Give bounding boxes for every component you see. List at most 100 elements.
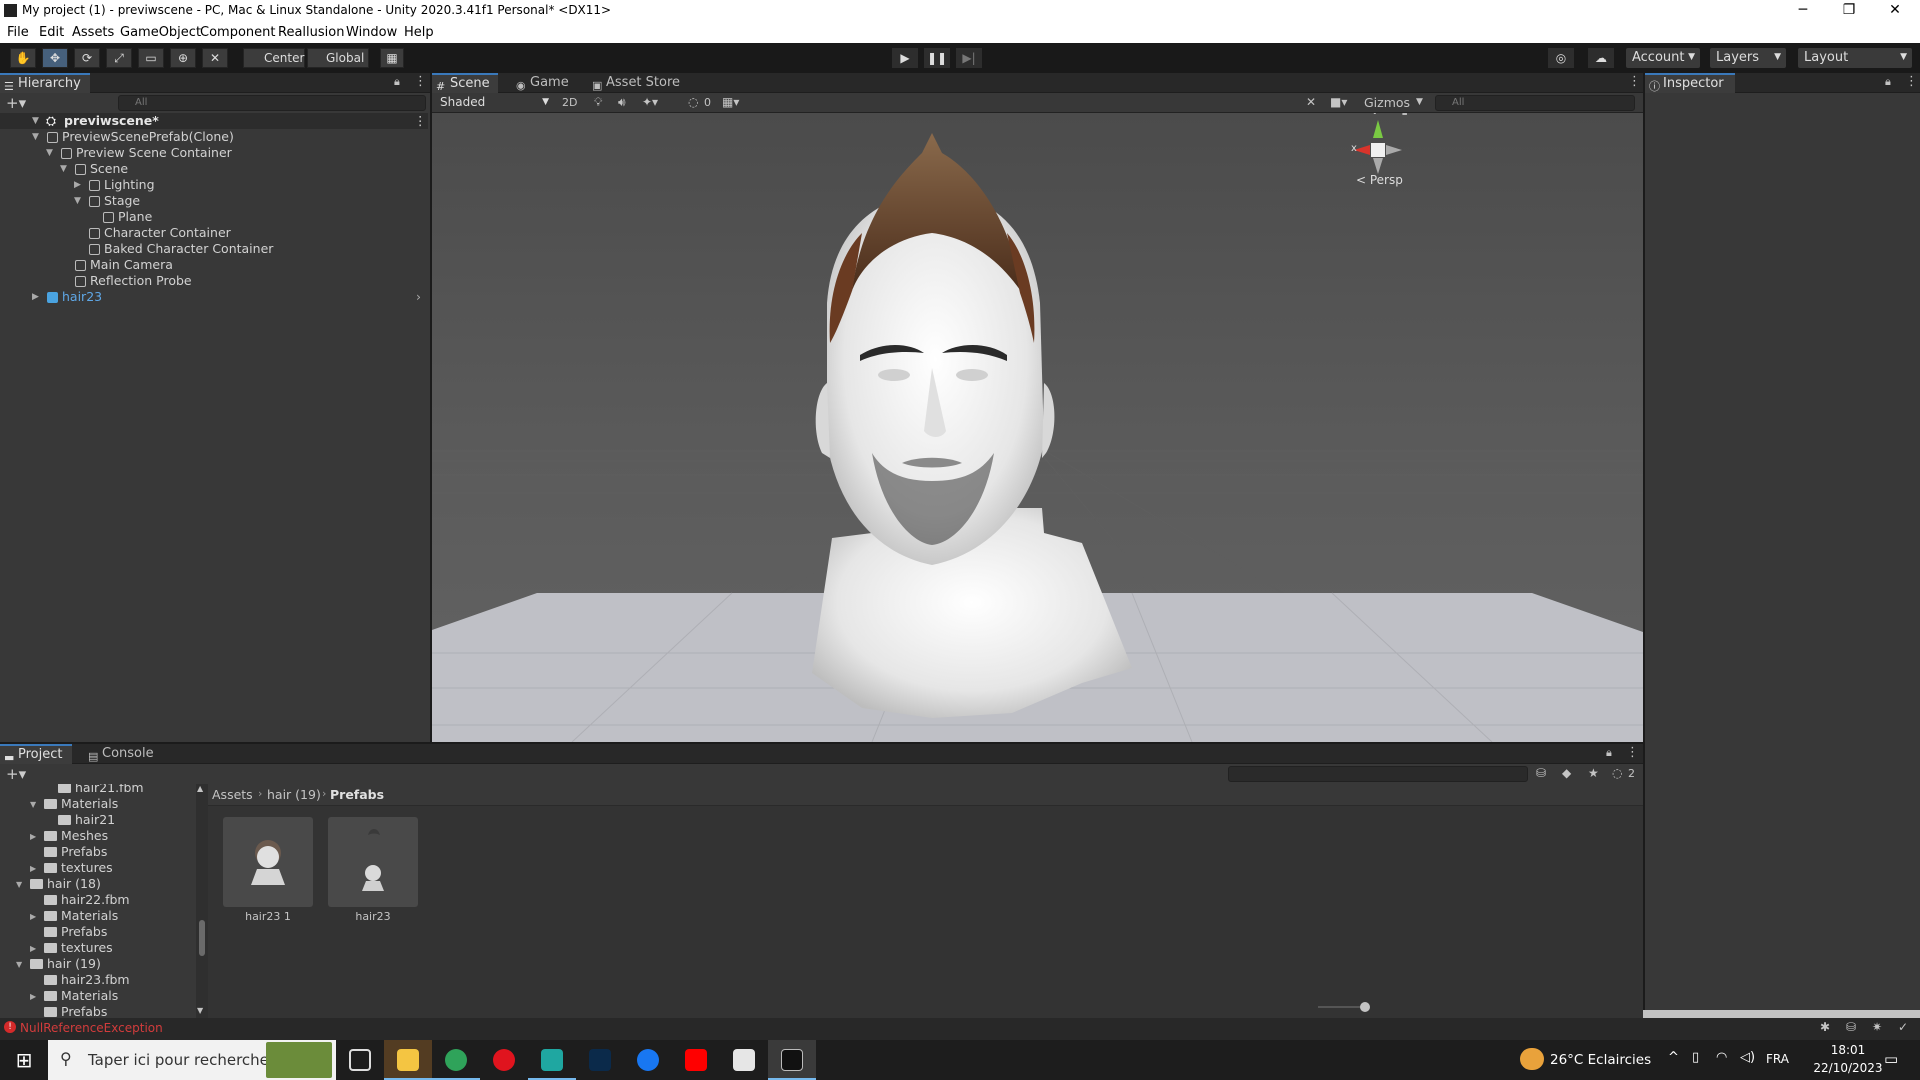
menu-reallusion[interactable]: Reallusion — [278, 25, 344, 40]
speaker-icon[interactable]: ◁) — [1740, 1050, 1755, 1065]
wifi-icon[interactable]: ◠ — [1716, 1050, 1727, 1065]
global-space-button[interactable]: Global — [307, 48, 369, 68]
create-plus-icon[interactable]: +▾ — [6, 94, 26, 112]
chevron-down-icon[interactable]: ▼ — [60, 161, 67, 177]
effects-toggle-icon[interactable]: ✦▾ — [642, 95, 658, 109]
chevron-right-icon[interactable]: ▶ — [74, 177, 81, 193]
facebook-icon[interactable] — [624, 1040, 672, 1080]
search-by-type-icon[interactable]: ⛁ — [1536, 766, 1546, 780]
chevron-down-icon[interactable]: ▼ — [30, 797, 36, 813]
kebab-menu-icon[interactable]: ⋮ — [414, 74, 427, 89]
tab-scene[interactable]: # Scene — [432, 73, 498, 93]
weather-text[interactable]: 26°C Eclaircies — [1550, 1052, 1651, 1068]
hierarchy-row[interactable]: Main Camera — [0, 257, 428, 273]
progress-icon[interactable]: ⛁ — [1846, 1020, 1856, 1034]
chevron-right-icon[interactable]: ▶ — [32, 289, 39, 305]
asset-thumbnail-hair23[interactable] — [328, 817, 418, 907]
scene-viewport[interactable]: y x 🔒︎ < Persp — [432, 113, 1643, 742]
gizmo-center-cube[interactable] — [1371, 143, 1385, 157]
breadcrumb-hair19[interactable]: hair (19) — [267, 787, 321, 802]
rotate-tool-icon[interactable]: ⟳ — [74, 48, 100, 68]
hand-tool-icon[interactable]: ✋ — [10, 48, 36, 68]
asset-label-hair23-1[interactable]: hair23 1 — [223, 910, 313, 923]
hierarchy-search-input[interactable]: All — [118, 95, 426, 111]
create-plus-icon[interactable]: +▾ — [6, 765, 26, 783]
menu-gameobject[interactable]: GameObject — [120, 25, 201, 40]
custom-tool-icon[interactable]: ✕ — [202, 48, 228, 68]
debug-icon[interactable]: ✱ — [1820, 1020, 1830, 1034]
kebab-menu-icon[interactable]: ⋮ — [1628, 74, 1641, 89]
tab-console[interactable]: ▤ Console — [84, 744, 164, 764]
perspective-label[interactable]: < Persp — [1356, 173, 1403, 187]
hierarchy-row[interactable]: ▶ Lighting — [0, 177, 428, 193]
lock-icon[interactable]: 🔒︎ — [394, 75, 400, 89]
unity-editor-icon[interactable] — [768, 1040, 816, 1080]
rect-tool-icon[interactable]: ▭ — [138, 48, 164, 68]
chevron-right-icon[interactable]: › — [416, 289, 421, 305]
chevron-up-icon[interactable]: ▲ — [197, 784, 203, 793]
menu-file[interactable]: File — [7, 25, 29, 40]
transform-tool-icon[interactable]: ⊕ — [170, 48, 196, 68]
hierarchy-row[interactable]: ▼ Preview Scene Container — [0, 145, 428, 161]
hierarchy-row[interactable]: ▼ Scene — [0, 161, 428, 177]
menu-assets[interactable]: Assets — [72, 25, 114, 40]
hierarchy-row[interactable]: Character Container — [0, 225, 428, 241]
clock-time[interactable]: 18:01 — [1818, 1043, 1878, 1057]
chevron-up-icon[interactable]: ^ — [1668, 1050, 1679, 1065]
2d-toggle[interactable]: 2D — [562, 96, 577, 109]
tab-game[interactable]: ◉ Game — [512, 73, 578, 93]
search-by-label-icon[interactable]: ◆ — [1562, 766, 1571, 780]
close-button[interactable]: ✕ — [1872, 0, 1918, 22]
favorite-star-icon[interactable]: ★ — [1588, 766, 1599, 780]
cloud-icon[interactable]: ☁ — [1588, 48, 1614, 68]
kebab-menu-icon[interactable]: ⋮ — [414, 113, 427, 129]
kebab-menu-icon[interactable]: ⋮ — [1905, 74, 1918, 89]
grid-toggle-icon[interactable]: ▦▾ — [722, 95, 739, 109]
chevron-down-icon[interactable]: ▼ — [32, 113, 39, 129]
tab-hierarchy[interactable]: ☰ Hierarchy — [0, 73, 90, 93]
zoom-slider-handle[interactable] — [1360, 1002, 1370, 1012]
chevron-down-icon[interactable]: ▼ — [74, 193, 81, 209]
chevron-right-icon[interactable]: ▶ — [30, 861, 36, 877]
tab-asset-store[interactable]: ▣ Asset Store — [588, 73, 682, 93]
tree-scrollbar[interactable]: ▲ ▼ — [196, 784, 208, 1018]
scene-search-input[interactable]: All — [1435, 95, 1635, 111]
tab-inspector[interactable]: ⓘ Inspector — [1645, 73, 1735, 93]
gizmo-lock-icon[interactable]: 🔒︎ — [1402, 113, 1407, 118]
chevron-down-icon[interactable]: ▼ — [197, 1006, 203, 1015]
weather-icon[interactable] — [1520, 1048, 1544, 1070]
collab-icon[interactable]: ◎ — [1548, 48, 1574, 68]
minimize-button[interactable]: ─ — [1780, 0, 1826, 22]
step-button[interactable]: ▶| — [956, 48, 982, 68]
chevron-down-icon[interactable]: ▼ — [32, 129, 39, 145]
menu-component[interactable]: Component — [200, 25, 275, 40]
device-icon[interactable]: ▯ — [1692, 1050, 1699, 1065]
hidden-packages-icon[interactable]: ◌ — [1612, 766, 1622, 780]
hierarchy-scene-row[interactable]: ▼ ⛭ previwscene* ⋮ — [0, 113, 428, 129]
clock-date[interactable]: 22/10/2023 — [1802, 1061, 1894, 1075]
pivot-center-button[interactable]: Center — [243, 48, 305, 68]
menu-edit[interactable]: Edit — [39, 25, 64, 40]
lighting-toggle-icon[interactable]: 💡︎ — [594, 95, 602, 110]
chevron-down-icon[interactable]: ▼ — [16, 877, 22, 893]
move-tool-icon[interactable]: ✥ — [42, 48, 68, 68]
hierarchy-row[interactable]: Plane — [0, 209, 428, 225]
play-button[interactable]: ▶ — [892, 48, 918, 68]
breadcrumb-assets[interactable]: Assets — [212, 787, 253, 802]
file-explorer-icon[interactable] — [384, 1040, 432, 1080]
taskbar-search-box[interactable]: ⚲ Taper ici pour rechercher — [48, 1040, 336, 1080]
snap-grid-icon[interactable]: ▦ — [380, 48, 404, 68]
lock-icon[interactable]: 🔒︎ — [1606, 746, 1612, 760]
hidden-objects-icon[interactable]: ◌ — [688, 95, 698, 109]
language-indicator[interactable]: FRA — [1766, 1052, 1789, 1066]
lock-icon[interactable]: 🔒︎ — [1885, 75, 1891, 89]
bug-icon[interactable]: ✷ — [1872, 1020, 1882, 1034]
camera-icon[interactable]: ■▾ — [1330, 95, 1347, 109]
kebab-menu-icon[interactable]: ⋮ — [1626, 745, 1639, 760]
chevron-right-icon[interactable]: ▶ — [30, 909, 36, 925]
notification-icon[interactable]: ▭ — [1884, 1050, 1898, 1068]
hierarchy-row[interactable]: Reflection Probe — [0, 273, 428, 289]
malwarebytes-icon[interactable] — [528, 1040, 576, 1080]
layout-dropdown[interactable]: Layout ▼ — [1798, 48, 1912, 68]
shading-mode-dropdown[interactable]: Shaded ▼ — [434, 94, 554, 112]
